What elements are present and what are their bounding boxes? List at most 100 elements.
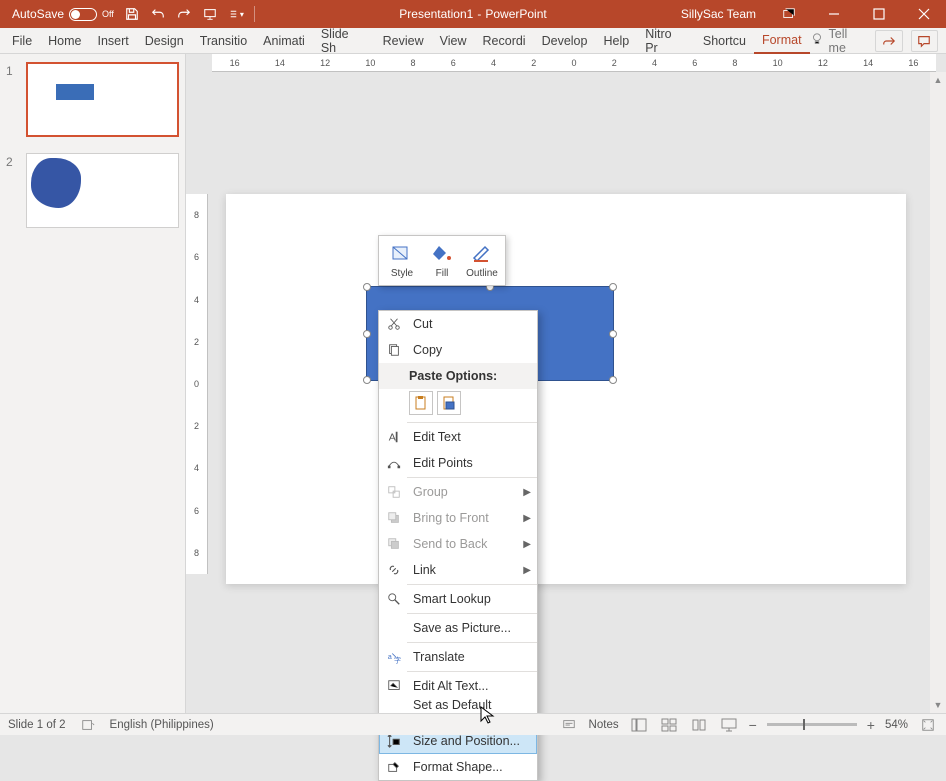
ribbon-tab-row: File Home Insert Design Transitio Animat…	[0, 28, 946, 54]
list-icon[interactable]: ▾	[228, 6, 244, 22]
minimize-icon[interactable]	[811, 0, 856, 28]
thumbnail-2[interactable]: 2	[6, 153, 179, 228]
save-icon[interactable]	[124, 6, 140, 22]
cm-cut[interactable]: Cut	[379, 311, 537, 337]
tab-file[interactable]: File	[4, 28, 40, 54]
horizontal-ruler: 1614121086420246810121416	[212, 54, 936, 72]
zoom-slider[interactable]	[767, 723, 857, 726]
bring-front-icon	[385, 509, 403, 527]
tab-shortcuts[interactable]: Shortcu	[695, 28, 754, 54]
context-menu: Cut Copy Paste Options: A Edit Text Edit…	[378, 310, 538, 781]
redo-icon[interactable]	[176, 6, 192, 22]
tab-nitro[interactable]: Nitro Pr	[637, 28, 695, 54]
edit-area: 1614121086420246810121416 864202468 ▲ ▼	[186, 54, 946, 713]
cm-edit-text-label: Edit Text	[413, 430, 461, 444]
tab-home[interactable]: Home	[40, 28, 89, 54]
sorter-view-icon[interactable]	[659, 717, 679, 733]
app-name: PowerPoint	[485, 7, 546, 21]
cm-translate-label: Translate	[413, 650, 465, 664]
thumb-2-canvas[interactable]	[26, 153, 179, 228]
ribbon-options-icon[interactable]	[766, 0, 811, 28]
tab-recording[interactable]: Recordi	[475, 28, 534, 54]
cm-bring-front-label: Bring to Front	[413, 511, 489, 525]
autosave-state: Off	[102, 9, 114, 19]
tab-transitions[interactable]: Transitio	[192, 28, 255, 54]
comments-icon[interactable]	[911, 30, 939, 52]
cm-save-picture[interactable]: Save as Picture...	[379, 615, 537, 641]
submenu-arrow-icon: ▶	[523, 565, 531, 576]
cm-format-shape[interactable]: Format Shape...	[379, 754, 537, 780]
cm-link[interactable]: Link ▶	[379, 557, 537, 583]
handle-bl[interactable]	[363, 376, 371, 384]
thumb-blob	[31, 158, 81, 208]
slide-canvas[interactable]	[226, 194, 906, 584]
thumb-1-num: 1	[6, 62, 20, 78]
fill-button[interactable]: Fill	[423, 240, 461, 281]
outline-button[interactable]: Outline	[463, 240, 501, 281]
paste-picture-button[interactable]	[437, 391, 461, 415]
handle-ml[interactable]	[363, 330, 371, 338]
zoom-level[interactable]: 54%	[885, 719, 908, 731]
reading-view-icon[interactable]	[689, 717, 709, 733]
slide-indicator[interactable]: Slide 1 of 2	[8, 719, 66, 731]
cm-edit-points-label: Edit Points	[413, 456, 473, 470]
tab-help[interactable]: Help	[595, 28, 637, 54]
undo-icon[interactable]	[150, 6, 166, 22]
language-indicator[interactable]: English (Philippines)	[110, 719, 214, 731]
cm-edit-points[interactable]: Edit Points	[379, 450, 537, 476]
tab-design[interactable]: Design	[137, 28, 192, 54]
tab-insert[interactable]: Insert	[90, 28, 137, 54]
cm-edit-alt[interactable]: Edit Alt Text...	[379, 673, 537, 699]
spellcheck-icon[interactable]	[78, 717, 98, 733]
normal-view-icon[interactable]	[629, 717, 649, 733]
link-icon	[385, 561, 403, 579]
svg-text:A: A	[389, 432, 396, 444]
thumb-1-canvas[interactable]	[26, 62, 179, 137]
close-icon[interactable]	[901, 0, 946, 28]
slideshow-view-icon[interactable]	[719, 717, 739, 733]
style-button[interactable]: Style	[383, 240, 421, 281]
cm-translate[interactable]: a字 Translate	[379, 644, 537, 670]
zoom-out-icon[interactable]: −	[749, 717, 757, 733]
tab-animations[interactable]: Animati	[255, 28, 313, 54]
search-icon	[385, 590, 403, 608]
cm-edit-text[interactable]: A Edit Text	[379, 424, 537, 450]
outline-label: Outline	[466, 268, 498, 279]
fit-window-icon[interactable]	[918, 717, 938, 733]
autosave-toggle[interactable]: AutoSave Off	[12, 7, 114, 21]
vertical-scrollbar[interactable]: ▲ ▼	[930, 72, 946, 713]
cm-smart-lookup[interactable]: Smart Lookup	[379, 586, 537, 612]
notes-icon[interactable]	[559, 717, 579, 733]
tab-slideshow[interactable]: Slide Sh	[313, 28, 375, 54]
handle-mr[interactable]	[609, 330, 617, 338]
cm-send-back: Send to Back ▶	[379, 531, 537, 557]
alt-text-icon	[385, 677, 403, 695]
tab-format[interactable]: Format	[754, 28, 810, 54]
maximize-icon[interactable]	[856, 0, 901, 28]
scroll-down-icon[interactable]: ▼	[930, 697, 946, 713]
zoom-in-icon[interactable]: +	[867, 717, 875, 733]
tell-me-search[interactable]: Tell me	[810, 27, 867, 55]
user-name[interactable]: SillySac Team	[671, 7, 766, 21]
thumbnail-panel[interactable]: 1 2	[0, 54, 186, 713]
handle-tr[interactable]	[609, 283, 617, 291]
tab-review[interactable]: Review	[375, 28, 432, 54]
paste-keep-source-button[interactable]	[409, 391, 433, 415]
cm-group: Group ▶	[379, 479, 537, 505]
handle-br[interactable]	[609, 376, 617, 384]
tab-view[interactable]: View	[432, 28, 475, 54]
autosave-switch[interactable]	[69, 8, 97, 21]
scroll-up-icon[interactable]: ▲	[930, 72, 946, 88]
thumbnail-1[interactable]: 1	[6, 62, 179, 137]
bulb-icon	[810, 32, 824, 49]
mini-toolbar: Style Fill Outline	[378, 235, 506, 286]
notes-label[interactable]: Notes	[589, 719, 619, 731]
format-shape-icon	[385, 758, 403, 776]
cm-copy[interactable]: Copy	[379, 337, 537, 363]
present-icon[interactable]	[202, 6, 218, 22]
cm-group-label: Group	[413, 485, 448, 499]
share-icon[interactable]	[875, 30, 903, 52]
tab-developer[interactable]: Develop	[534, 28, 596, 54]
handle-tl[interactable]	[363, 283, 371, 291]
copy-icon	[385, 341, 403, 359]
